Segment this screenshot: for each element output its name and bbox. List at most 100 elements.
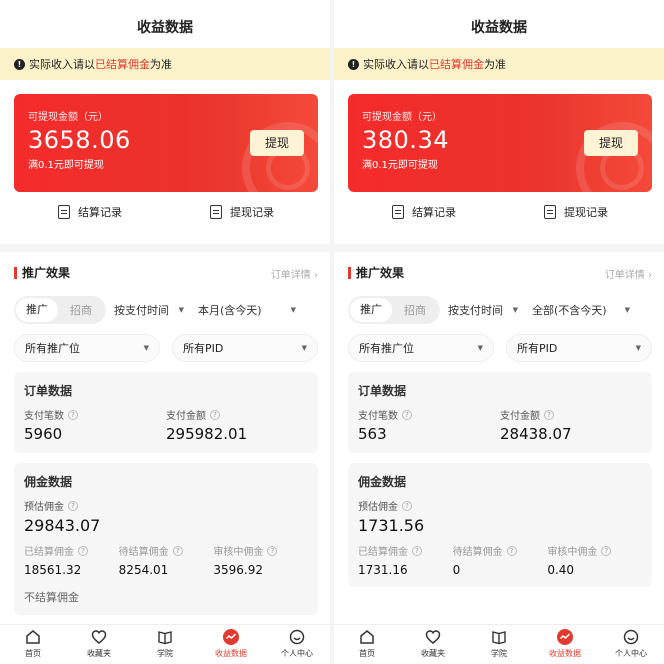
withdraw-records-label: 提现记录 xyxy=(230,206,274,219)
pending-label-text: 待结算佣金 xyxy=(118,547,169,558)
commission-data-title: 佣金数据 xyxy=(358,475,407,489)
tab-bar: 首页 收藏夹 学院 收益数据 个人中心 xyxy=(0,624,330,664)
help-icon[interactable]: ? xyxy=(412,545,422,556)
caret-down-icon: ▼ xyxy=(635,344,641,352)
review-label-text: 审核中佣金 xyxy=(213,547,264,558)
help-icon[interactable]: ? xyxy=(68,409,78,420)
seg-merchant[interactable]: 招商 xyxy=(392,302,438,318)
filter-row-2: 所有推广位 ▼ 所有PID ▼ xyxy=(348,334,652,362)
segment-toggle: 推广 招商 xyxy=(14,296,106,324)
pending-label: 待结算佣金? xyxy=(453,543,548,558)
help-icon[interactable]: ? xyxy=(172,545,183,556)
promo-section: 推广效果 订单详情 › 推广 招商 按支付时间 ▼ 全部(不含今天) ▼ 所有推广位… xyxy=(334,252,664,652)
earnings-icon xyxy=(556,628,574,646)
seg-merchant[interactable]: 招商 xyxy=(58,302,104,318)
settled-commission: 1731.16 xyxy=(358,563,408,577)
tab-home[interactable]: 首页 xyxy=(337,625,397,664)
settle-records-label: 结算记录 xyxy=(78,206,122,219)
time-type-dropdown[interactable]: 按支付时间 ▼ xyxy=(440,302,524,318)
order-data-title: 订单数据 xyxy=(358,384,407,398)
pid-dropdown[interactable]: 所有PID ▼ xyxy=(172,334,318,362)
time-type-value: 按支付时间 xyxy=(114,304,169,317)
help-icon[interactable]: ? xyxy=(68,500,78,511)
settled-label-text: 已结算佣金 xyxy=(358,547,408,558)
tab-label: 学院 xyxy=(157,649,173,658)
settled-commission: 18561.32 xyxy=(24,563,82,577)
tab-academy[interactable]: 学院 xyxy=(469,625,529,664)
pid-dropdown[interactable]: 所有PID ▼ xyxy=(506,334,652,362)
pay-amount-label: 支付金额? xyxy=(500,407,642,422)
pending-label-text: 待结算佣金 xyxy=(452,547,503,558)
est-commission-label-text: 预估佣金 xyxy=(358,502,398,513)
order-detail-link[interactable]: 订单详情 › xyxy=(605,266,652,281)
pay-count: 563 xyxy=(358,425,387,443)
time-type-dropdown[interactable]: 按支付时间 ▼ xyxy=(106,302,190,318)
settle-records-label: 结算记录 xyxy=(412,206,456,219)
unsettled-commission-peek: 不结算佣金 xyxy=(24,591,79,604)
tab-label: 收益数据 xyxy=(215,649,247,658)
earnings-icon xyxy=(222,628,240,646)
pid-value: 所有PID xyxy=(183,342,224,355)
tab-profile[interactable]: 个人中心 xyxy=(601,625,661,664)
withdrawable-label: 可提现金额（元） xyxy=(362,112,442,123)
position-dropdown[interactable]: 所有推广位 ▼ xyxy=(14,334,160,362)
est-commission: 1731.56 xyxy=(358,516,425,535)
pay-count-label-text: 支付笔数 xyxy=(358,411,398,422)
records-row: 结算记录 提现记录 xyxy=(348,192,652,220)
tab-favorites[interactable]: 收藏夹 xyxy=(69,625,129,664)
tab-home[interactable]: 首页 xyxy=(3,625,63,664)
document-icon xyxy=(392,205,404,219)
help-icon[interactable]: ? xyxy=(506,545,517,556)
notice-text-pre: 实际收入请以 xyxy=(363,58,429,71)
right-screen: 收益数据 ! 实际收入请以 已结算佣金 为准 可提现金额（元） 380.34 满0.… xyxy=(334,0,664,664)
settle-records-link[interactable]: 结算记录 xyxy=(392,204,456,220)
notice-bar: ! 实际收入请以 已结算佣金 为准 xyxy=(334,48,664,80)
pid-value: 所有PID xyxy=(517,342,558,355)
position-value: 所有推广位 xyxy=(359,342,414,355)
pay-amount-label-text: 支付金额 xyxy=(500,411,540,422)
withdraw-button[interactable]: 提现 xyxy=(250,130,304,156)
withdraw-section: 可提现金额（元） 3658.06 满0.1元即可提现 提现 结算记录 提现记录 xyxy=(0,80,330,244)
withdrawable-label: 可提现金额（元） xyxy=(28,112,108,123)
pay-amount: 295982.01 xyxy=(166,425,248,443)
left-screen: 收益数据 ! 实际收入请以 已结算佣金 为准 可提现金额（元） 3658.06 满0… xyxy=(0,0,330,664)
tab-label: 首页 xyxy=(359,649,375,658)
help-icon[interactable]: ? xyxy=(78,545,88,556)
withdraw-records-link[interactable]: 提现记录 xyxy=(210,204,274,220)
help-icon[interactable]: ? xyxy=(601,545,612,556)
seg-promote[interactable]: 推广 xyxy=(16,298,58,322)
heart-icon xyxy=(90,628,108,646)
tab-earnings[interactable]: 收益数据 xyxy=(535,625,595,664)
period-dropdown[interactable]: 全部(不含今天) ▼ xyxy=(524,302,636,318)
tab-academy[interactable]: 学院 xyxy=(135,625,195,664)
commission-data-block: 佣金数据 预估佣金? 1731.56 已结算佣金? 1731.16 待结算佣金? 0 … xyxy=(348,463,652,587)
tab-favorites[interactable]: 收藏夹 xyxy=(403,625,463,664)
book-icon xyxy=(490,628,508,646)
smile-icon xyxy=(622,628,640,646)
promo-header: 推广效果 订单详情 › xyxy=(348,262,652,284)
seg-promote[interactable]: 推广 xyxy=(350,298,392,322)
filter-row-2: 所有推广位 ▼ 所有PID ▼ xyxy=(14,334,318,362)
tab-earnings[interactable]: 收益数据 xyxy=(201,625,261,664)
tab-label: 收益数据 xyxy=(549,649,581,658)
help-icon[interactable]: ? xyxy=(210,409,220,420)
est-commission: 29843.07 xyxy=(24,516,101,535)
tab-profile[interactable]: 个人中心 xyxy=(267,625,327,664)
period-dropdown[interactable]: 本月(含今天) ▼ xyxy=(190,302,302,318)
help-icon[interactable]: ? xyxy=(402,409,412,420)
caret-down-icon: ▼ xyxy=(301,344,307,352)
promo-title: 推广效果 xyxy=(348,267,404,279)
order-detail-link[interactable]: 订单详情 › xyxy=(271,266,318,281)
help-icon[interactable]: ? xyxy=(544,409,554,420)
settle-records-link[interactable]: 结算记录 xyxy=(58,204,122,220)
help-icon[interactable]: ? xyxy=(267,545,278,556)
period-value: 全部(不含今天) xyxy=(532,304,607,317)
position-dropdown[interactable]: 所有推广位 ▼ xyxy=(348,334,494,362)
help-icon[interactable]: ? xyxy=(402,500,412,511)
promo-title: 推广效果 xyxy=(14,267,70,279)
notice-bar: ! 实际收入请以 已结算佣金 为准 xyxy=(0,48,330,80)
withdraw-records-link[interactable]: 提现记录 xyxy=(544,204,608,220)
pay-count-label: 支付笔数? xyxy=(24,407,166,422)
withdraw-button[interactable]: 提现 xyxy=(584,130,638,156)
tab-label: 首页 xyxy=(25,649,41,658)
